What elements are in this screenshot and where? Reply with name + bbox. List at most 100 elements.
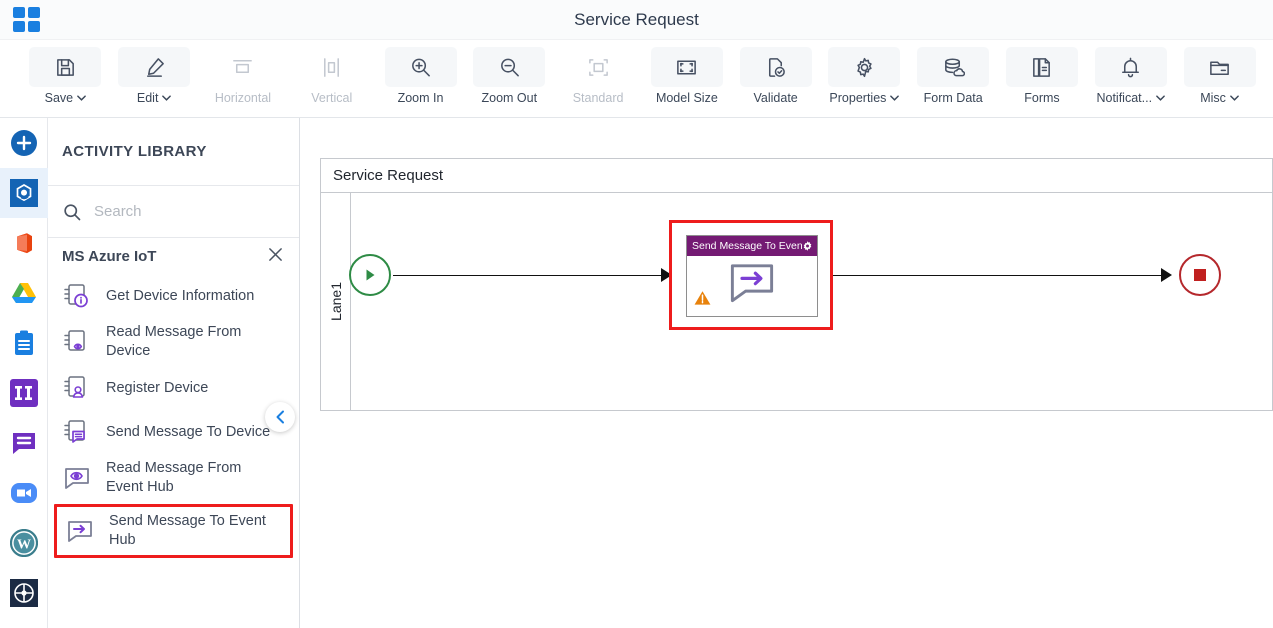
rail-item-add[interactable] (0, 118, 48, 168)
toolbar-label: Notificat... (1096, 91, 1153, 105)
panel-collapse-button[interactable] (265, 402, 295, 432)
toolbar-save-button[interactable]: Save (29, 47, 102, 105)
chevron-down-icon (1156, 95, 1165, 101)
message-eye-icon (65, 468, 89, 489)
toolbar-label: Model Size (655, 91, 718, 105)
chevron-down-icon (1230, 95, 1239, 101)
bell-icon (1094, 47, 1167, 87)
rail-item-wordpress[interactable]: W (0, 518, 48, 568)
toolbar-zoom-out-button[interactable]: Zoom Out (473, 47, 546, 105)
device-info-icon (64, 284, 88, 308)
toolbar-zoom-in-button[interactable]: Zoom In (384, 47, 457, 105)
activity-item-send-message-to-device[interactable]: Send Message To Device (48, 410, 299, 454)
clipboard-icon (15, 330, 33, 355)
toolbar-misc-button[interactable]: Misc (1183, 47, 1256, 105)
pool-body: Lane1 Send Message To Even... (321, 193, 1272, 410)
toolbar-edit-button[interactable]: Edit (118, 47, 191, 105)
rail-item-chat[interactable] (0, 418, 48, 468)
validate-icon (739, 47, 812, 87)
rail-item-zoom[interactable] (0, 468, 48, 518)
end-event[interactable] (1179, 254, 1221, 296)
toolbar-horizontal-button[interactable]: Horizontal (208, 47, 279, 105)
sequence-flow-2[interactable] (833, 275, 1165, 276)
pencil-icon (118, 47, 191, 87)
video-camera-icon (11, 483, 37, 503)
toolbar-notifications-button[interactable]: Notificat... (1094, 47, 1167, 105)
gear-icon[interactable] (802, 240, 813, 252)
activity-group-header: MS Azure IoT (48, 238, 299, 274)
svg-text:W: W (17, 537, 31, 552)
standard-icon (562, 47, 634, 87)
toolbar-standard-button[interactable]: Standard (563, 47, 634, 105)
toolbar-label: Vertical (311, 91, 353, 105)
document-icon (1005, 47, 1078, 87)
activity-item-read-message-from-event-hub[interactable]: Read Message From Event Hub (48, 454, 299, 502)
lane-label: Lane1 (321, 193, 351, 410)
diagram-canvas[interactable]: Service Request Lane1 Send Message To Ev… (300, 118, 1273, 628)
pool-title: Service Request (321, 159, 1272, 193)
toolbar-label: Zoom In (397, 91, 444, 105)
process-pool: Service Request Lane1 Send Message To Ev… (320, 158, 1273, 411)
vertical-icon (296, 47, 368, 87)
task-title: Send Message To Even... (692, 240, 802, 252)
horizontal-icon (207, 47, 279, 87)
gear-icon (828, 47, 901, 87)
panel-title: ACTIVITY LIBRARY (48, 118, 299, 186)
sequence-flow-1[interactable] (393, 275, 667, 276)
app-rail: W (0, 118, 48, 628)
application-window: Service Request Save Edit Horizontal Ver… (0, 0, 1273, 628)
task-send-message-to-event-hub[interactable]: Send Message To Even... (686, 235, 818, 317)
activity-item-read-message-from-device[interactable]: Read Message From Device (48, 318, 299, 366)
toolbar-validate-button[interactable]: Validate (739, 47, 812, 105)
close-icon[interactable] (268, 247, 283, 266)
rail-item-integrations[interactable] (0, 168, 48, 218)
toolbar-model-size-button[interactable]: Model Size (650, 47, 723, 105)
toolbar-properties-button[interactable]: Properties (828, 47, 901, 105)
device-message-icon (64, 420, 85, 443)
rail-item-more-apps[interactable] (0, 568, 48, 618)
activity-library-panel: ACTIVITY LIBRARY MS Azure IoT (48, 118, 300, 628)
chevron-down-icon (890, 95, 900, 101)
activity-label: Read Message From Device (106, 324, 242, 359)
chevron-left-icon (276, 410, 284, 424)
rail-item-office[interactable] (0, 218, 48, 268)
toolbar-vertical-button[interactable]: Vertical (296, 47, 367, 105)
toolbar-label: Save (44, 91, 74, 105)
rail-item-clipboard[interactable] (0, 318, 48, 368)
task-header: Send Message To Even... (687, 236, 817, 256)
zoom-in-icon (384, 47, 457, 87)
activity-item-register-device[interactable]: Register Device (48, 366, 299, 410)
save-icon (29, 47, 102, 87)
toolbar-label: Misc (1200, 91, 1226, 105)
search-icon (64, 203, 81, 220)
task-highlight-box[interactable]: Send Message To Even... (669, 220, 833, 330)
zoom-out-icon (473, 47, 546, 87)
rail-item-jira[interactable] (0, 368, 48, 418)
database-icon (917, 47, 990, 87)
rail-item-google-drive[interactable] (0, 268, 48, 318)
start-event[interactable] (349, 254, 391, 296)
stop-square-icon (1194, 269, 1206, 281)
activity-item-get-device-information[interactable]: Get Device Information (48, 274, 299, 318)
flow-arrowhead-2 (1161, 268, 1172, 282)
hexagon-node-icon (10, 179, 38, 207)
wordpress-icon: W (10, 529, 38, 557)
jira-icon (10, 379, 38, 407)
activity-label: Send Message To Event Hub (109, 513, 266, 548)
chat-icon (13, 432, 35, 454)
toolbar: Save Edit Horizontal Vertical Zoom In Zo… (0, 40, 1273, 118)
activity-item-send-message-to-event-hub[interactable]: Send Message To Event Hub (54, 504, 293, 558)
toolbar-form-data-button[interactable]: Form Data (917, 47, 990, 105)
toolbar-forms-button[interactable]: Forms (1005, 47, 1078, 105)
search-input[interactable] (94, 203, 264, 220)
page-title: Service Request (574, 10, 699, 29)
plus-circle-icon (11, 130, 37, 156)
device-read-icon (64, 330, 85, 351)
toolbar-label: Form Data (923, 91, 983, 105)
chevron-down-icon (162, 95, 172, 101)
search-bar[interactable] (48, 186, 299, 238)
toolbar-label: Validate (753, 91, 798, 105)
title-bar: Service Request (0, 0, 1273, 40)
activity-label: Read Message From Event Hub (106, 460, 242, 495)
google-drive-icon (12, 283, 36, 303)
